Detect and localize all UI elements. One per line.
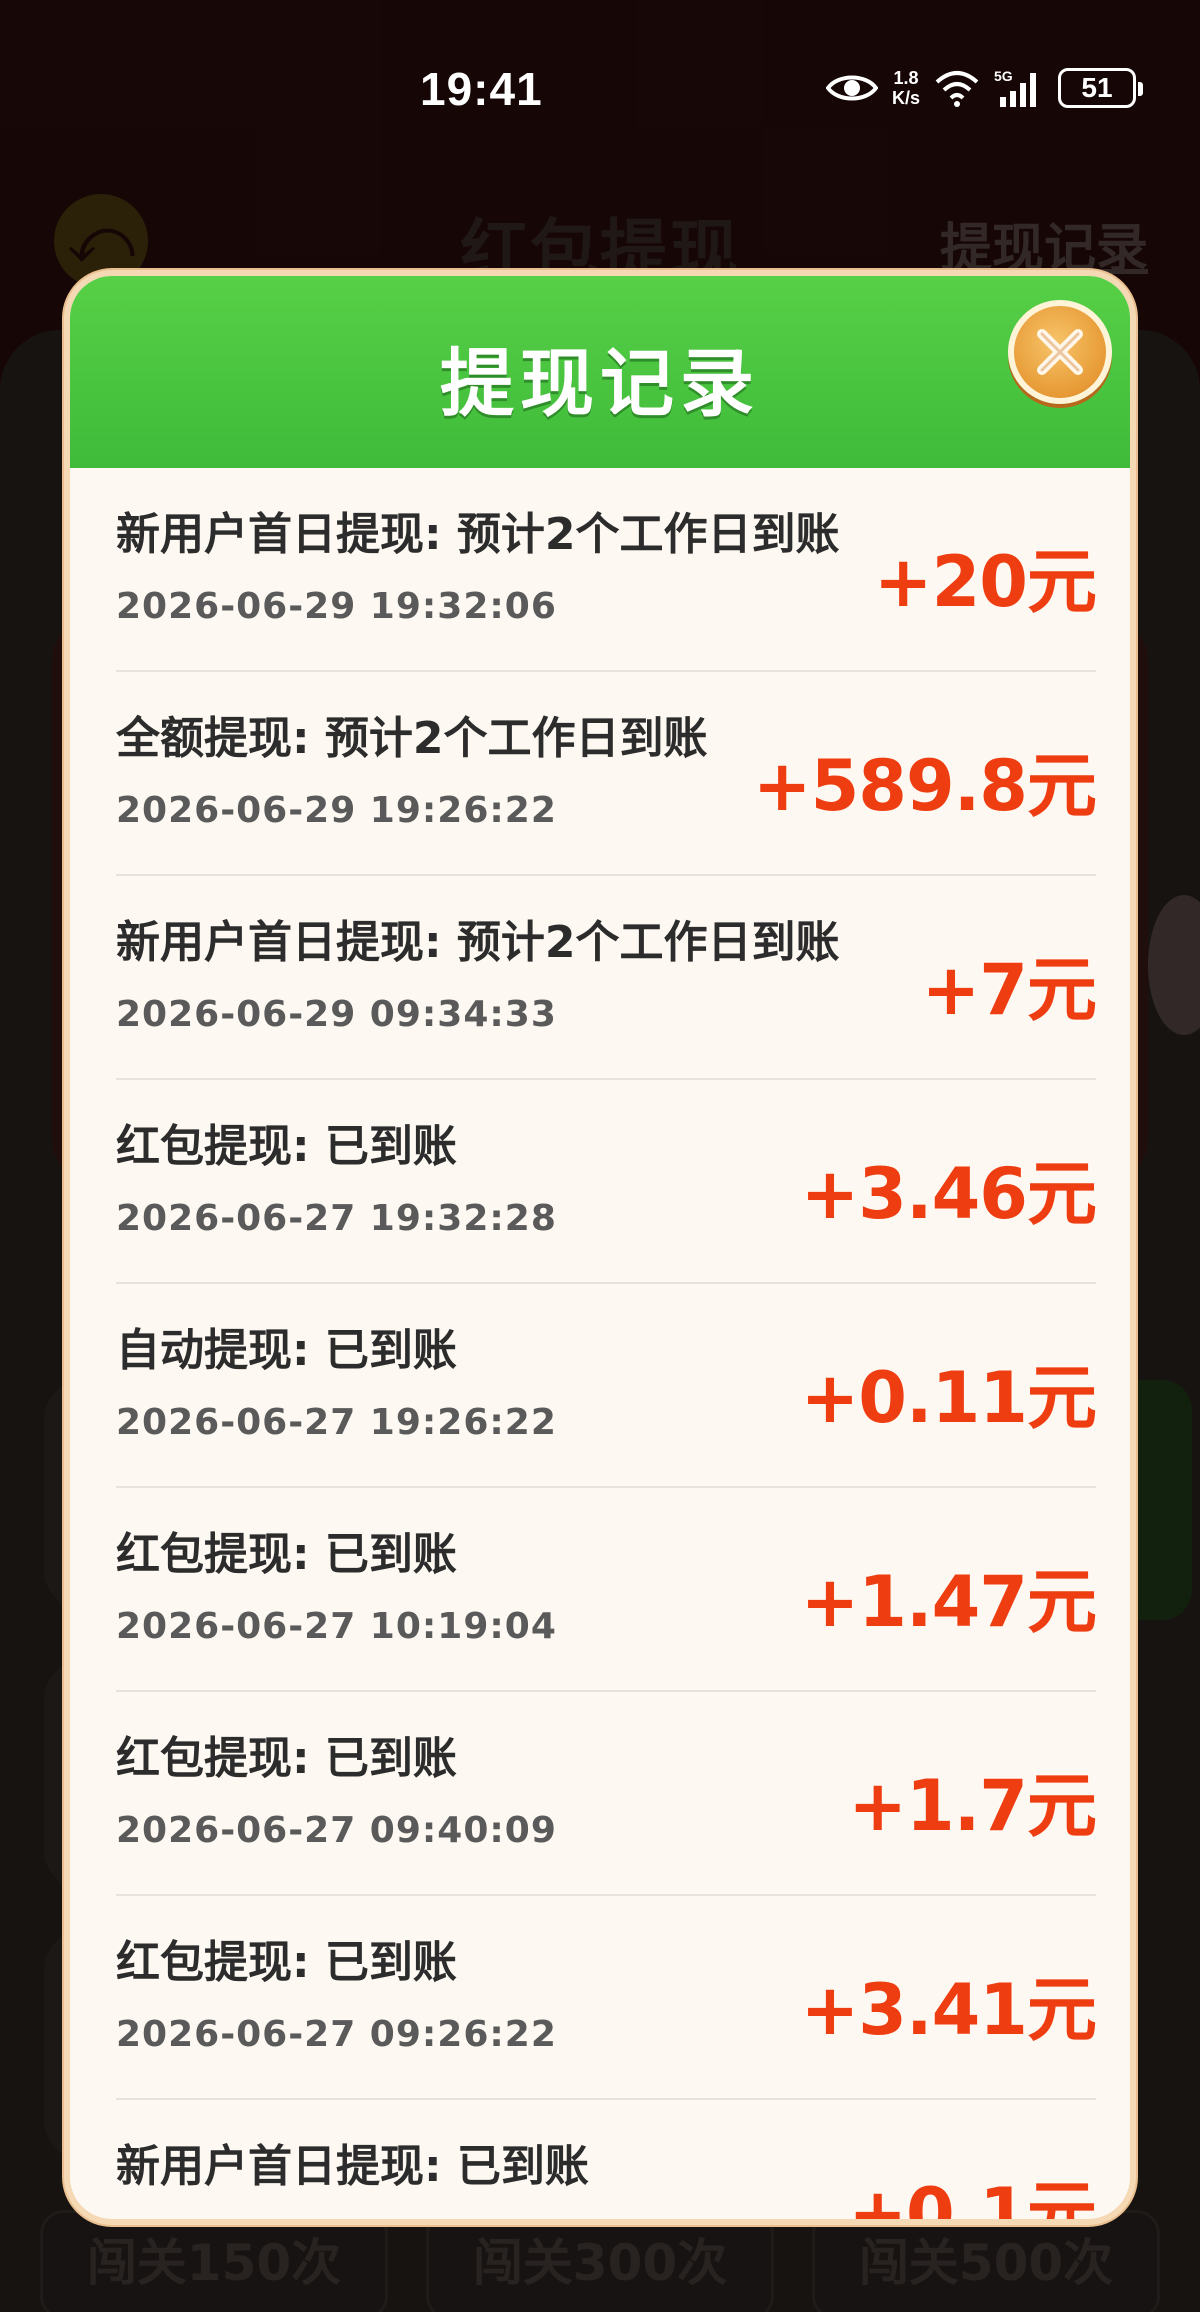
record-time: 2026-06-27 09:26:22 [116, 2014, 557, 2055]
eye-icon [825, 75, 878, 101]
record-time: 2026-06-27 09:40:09 [116, 1810, 557, 1851]
record-row: 红包提现: 已到账 2026-06-27 09:26:22 +3.41元 [116, 1896, 1096, 2100]
record-time: 2026-06-27 19:26:22 [116, 1402, 557, 1443]
record-amount: +0.11元 [800, 1357, 1096, 1439]
status-bar: 19:41 1.8 K/s 5G 51 [0, 0, 1200, 180]
record-title: 红包提现: 已到账 [116, 1529, 457, 1580]
record-list[interactable]: 新用户首日提现: 预计2个工作日到账 2026-06-29 19:32:06 +… [116, 468, 1096, 2225]
record-amount: +20元 [873, 541, 1096, 623]
record-row: 新用户首日提现: 预计2个工作日到账 2026-06-29 19:32:06 +… [116, 468, 1096, 672]
record-title: 新用户首日提现: 已到账 [116, 2141, 589, 2192]
record-row: 红包提现: 已到账 2026-06-27 09:40:09 +1.7元 [116, 1692, 1096, 1896]
record-time: 2026-06-27 19:32:28 [116, 1198, 557, 1239]
battery-indicator: 51 [1058, 68, 1143, 108]
record-time: 2026-06-27 10:19:04 [116, 1606, 557, 1647]
record-amount: +1.47元 [800, 1561, 1096, 1643]
net-speed-value: 1.8 [893, 68, 919, 88]
withdraw-record-dialog: 提现记录 新用户首日提现: 预计2个工作日到账 2026-06-29 19:32… [64, 270, 1136, 2225]
wifi-icon [935, 71, 979, 107]
record-title: 新用户首日提现: 预计2个工作日到账 [116, 509, 840, 560]
record-title: 自动提现: 已到账 [116, 1325, 457, 1376]
dialog-title: 提现记录 [440, 341, 760, 427]
record-row: 红包提现: 已到账 2026-06-27 10:19:04 +1.47元 [116, 1488, 1096, 1692]
net-speed: 1.8 K/s [892, 68, 920, 108]
record-amount: +0.1元 [848, 2173, 1096, 2225]
record-amount: +3.41元 [800, 1969, 1096, 2051]
record-time: 2026-06-29 19:26:22 [116, 790, 557, 831]
record-amount: +3.46元 [800, 1153, 1096, 1235]
record-time: 2026-06-29 09:34:33 [116, 994, 557, 1035]
record-title: 全额提现: 预计2个工作日到账 [116, 713, 708, 764]
record-time: 2026-06-29 19:32:06 [116, 586, 557, 627]
record-row: 新用户首日提现: 预计2个工作日到账 2026-06-29 09:34:33 +… [116, 876, 1096, 1080]
record-amount: +7元 [921, 949, 1096, 1031]
record-row: 全额提现: 预计2个工作日到账 2026-06-29 19:26:22 +589… [116, 672, 1096, 876]
record-amount: +1.7元 [848, 1765, 1096, 1847]
svg-text:5G: 5G [994, 68, 1013, 84]
status-icons: 1.8 K/s 5G 51 [825, 60, 1143, 116]
signal-5g-icon: 5G [994, 68, 1036, 107]
status-time: 19:41 [420, 63, 543, 115]
record-amount: +589.8元 [752, 745, 1096, 827]
record-title: 新用户首日提现: 预计2个工作日到账 [116, 917, 840, 968]
dialog-header: 提现记录 [70, 276, 1130, 468]
close-icon [1037, 329, 1083, 375]
close-button[interactable] [1008, 300, 1112, 404]
record-row: 红包提现: 已到账 2026-06-27 19:32:28 +3.46元 [116, 1080, 1096, 1284]
record-title: 红包提现: 已到账 [116, 1733, 457, 1784]
record-title: 红包提现: 已到账 [116, 1121, 457, 1172]
record-row: 新用户首日提现: 已到账 +0.1元 [116, 2100, 1096, 2225]
net-speed-unit: K/s [891, 88, 920, 108]
record-title: 红包提现: 已到账 [116, 1937, 457, 1988]
record-row: 自动提现: 已到账 2026-06-27 19:26:22 +0.11元 [116, 1284, 1096, 1488]
